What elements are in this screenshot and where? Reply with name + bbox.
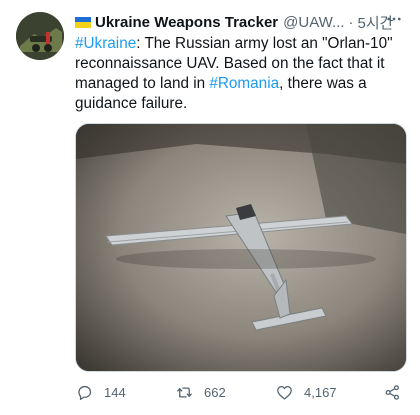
retweet-icon xyxy=(177,387,192,397)
avatar[interactable] xyxy=(16,12,64,60)
retweet-button[interactable]: 662 xyxy=(175,380,226,404)
like-button[interactable]: 4,167 xyxy=(275,380,337,404)
tweet-media-photo[interactable] xyxy=(75,123,407,372)
tweet-text: #Ukraine: The Russian army lost an "Orla… xyxy=(75,34,405,114)
reply-count: 144 xyxy=(104,384,126,400)
hashtag-ukraine[interactable]: #Ukraine xyxy=(75,35,136,52)
tweet-actions: 144 662 4,167 xyxy=(75,380,405,404)
user-handle[interactable]: @UAW... xyxy=(283,14,344,31)
share-icon xyxy=(385,384,399,400)
retweet-count: 662 xyxy=(204,384,226,400)
tweet-header: Ukraine Weapons Tracker @UAW... · 5시간 xyxy=(75,10,410,34)
reply-button[interactable]: 144 xyxy=(75,380,126,404)
share-button[interactable] xyxy=(383,380,412,404)
like-icon xyxy=(277,385,292,399)
reply-icon xyxy=(78,385,92,400)
separator-dot: · xyxy=(348,13,354,31)
like-count: 4,167 xyxy=(304,384,337,400)
hashtag-romania[interactable]: #Romania xyxy=(209,75,279,92)
drone-photo xyxy=(76,124,406,371)
tweet-card[interactable]: Ukraine Weapons Tracker @UAW... · 5시간 #U… xyxy=(0,0,420,415)
display-name[interactable]: Ukraine Weapons Tracker xyxy=(95,14,278,31)
more-icon[interactable] xyxy=(384,10,404,30)
ukraine-flag-icon xyxy=(75,16,91,28)
avatar-image xyxy=(16,12,64,60)
